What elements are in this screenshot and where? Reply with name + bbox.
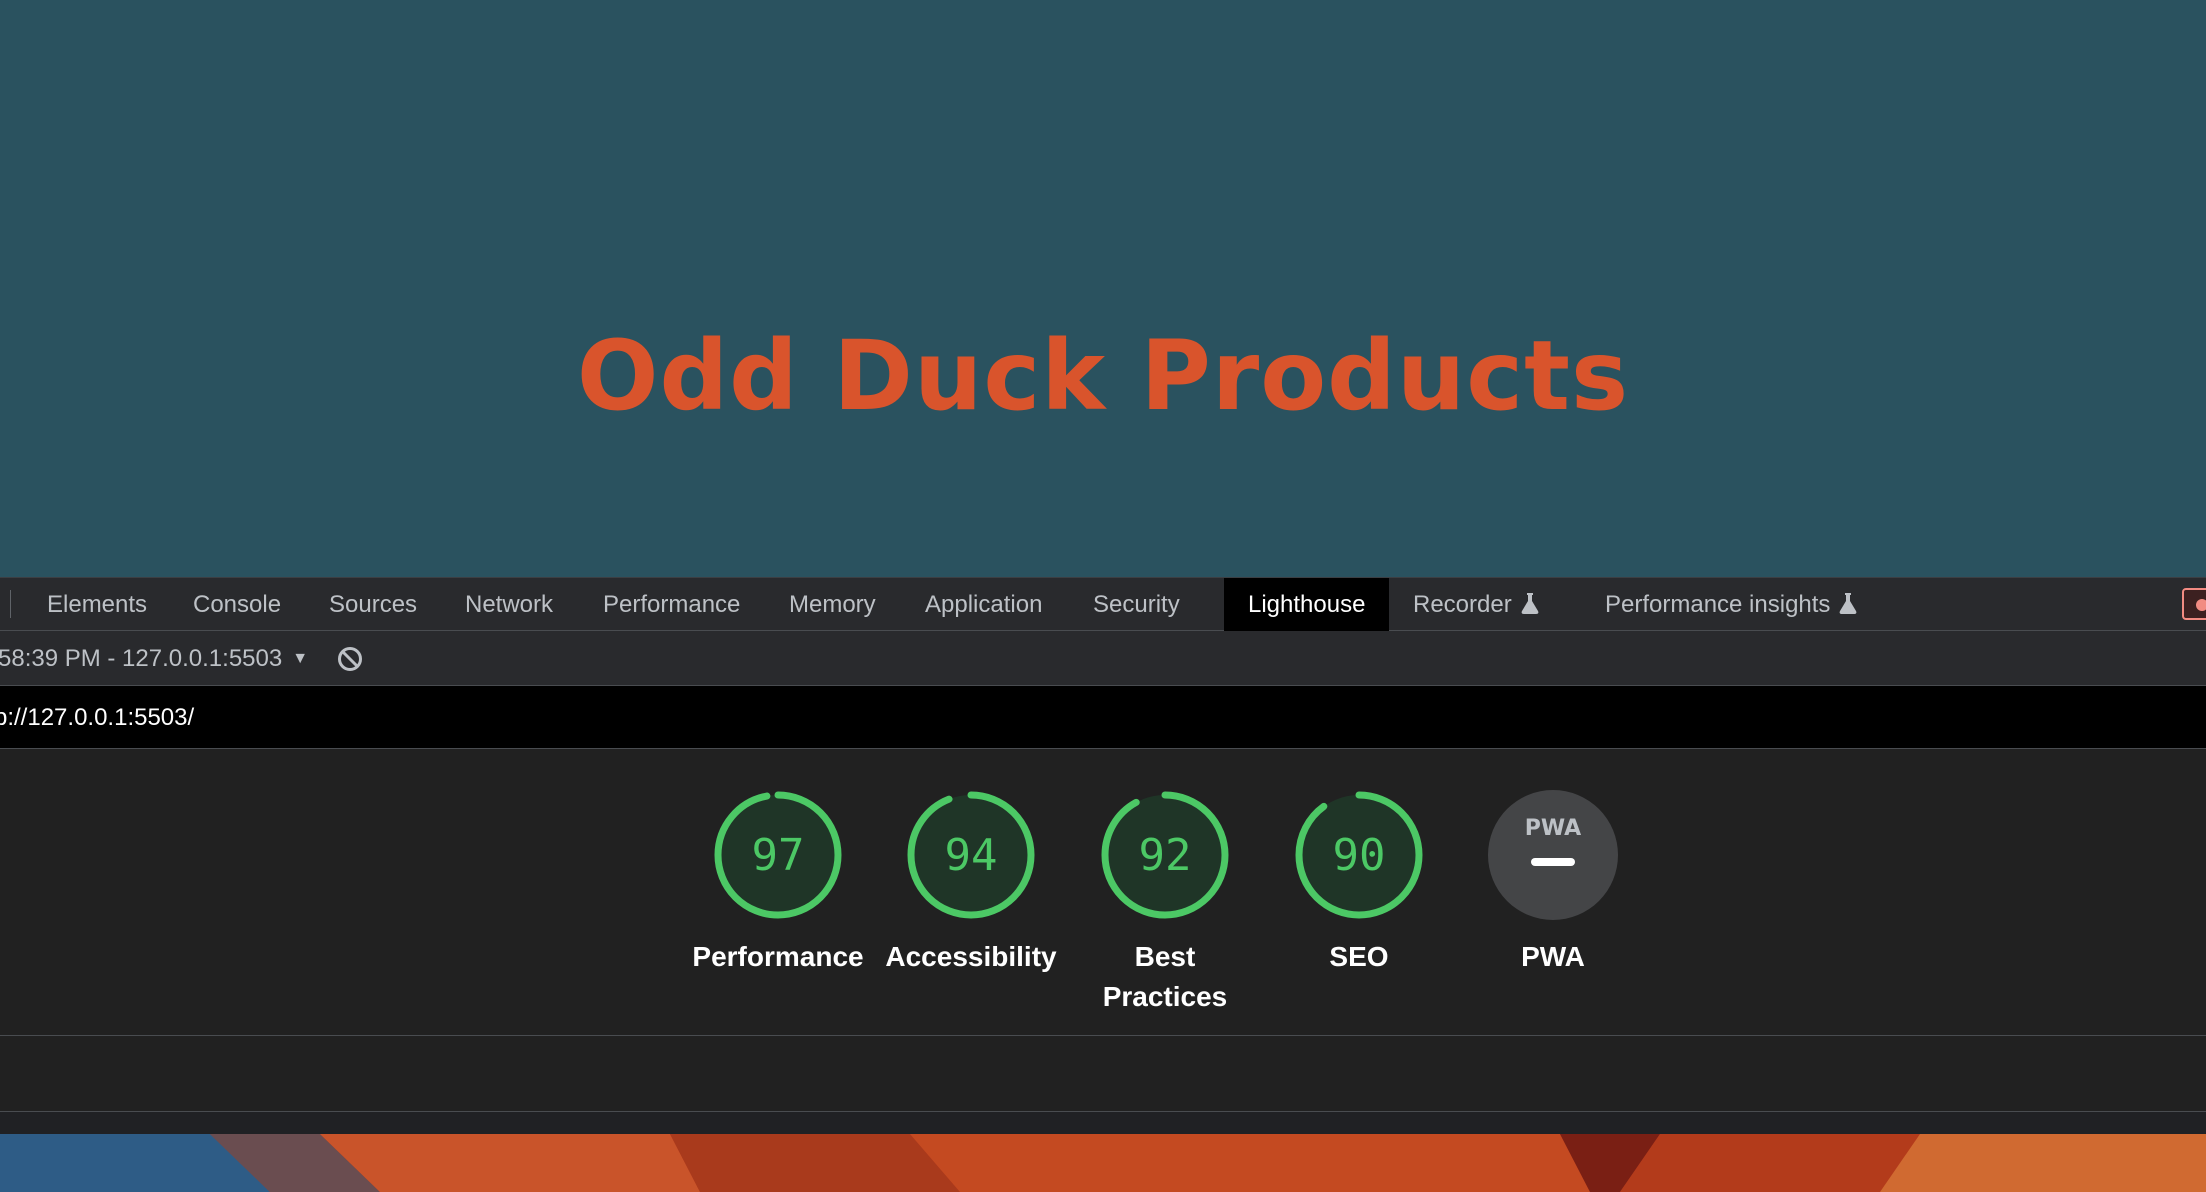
tab-recorder-label: Recorder bbox=[1413, 591, 1512, 618]
tab-divider bbox=[10, 590, 11, 618]
score-ring: 92 bbox=[1101, 791, 1229, 919]
devtools-panel: Elements Console Sources Network Perform… bbox=[0, 577, 2206, 1134]
score-value: 90 bbox=[1333, 830, 1386, 881]
caret-down-icon: ▼ bbox=[292, 650, 309, 667]
lighthouse-toolbar: 58:39 PM - 127.0.0.1:5503 ▼ bbox=[0, 631, 2206, 686]
score-ring: 94 bbox=[907, 791, 1035, 919]
score-value: 92 bbox=[1139, 830, 1192, 881]
tab-performance-insights[interactable]: Performance insights bbox=[1605, 578, 1858, 631]
devtools-tabbar: Elements Console Sources Network Perform… bbox=[0, 577, 2206, 631]
gauge-label: PWA bbox=[1521, 941, 1585, 972]
report-url[interactable]: p://127.0.0.1:5503/ bbox=[0, 686, 194, 749]
report-selector[interactable]: 58:39 PM - 127.0.0.1:5503 ▼ bbox=[0, 631, 308, 686]
tab-network[interactable]: Network bbox=[465, 578, 553, 631]
error-dot-icon bbox=[2196, 599, 2206, 611]
report-url-bar: p://127.0.0.1:5503/ bbox=[0, 686, 2206, 749]
error-count-badge[interactable] bbox=[2182, 588, 2206, 620]
pwa-logo-text: PWA bbox=[1525, 816, 1581, 841]
gauge-label: Best Practices bbox=[1102, 941, 1228, 1012]
tab-elements[interactable]: Elements bbox=[47, 578, 147, 631]
score-gauges: 97 Performance 94 Accessibility 92 Best … bbox=[0, 749, 2206, 1036]
flask-icon bbox=[1521, 593, 1539, 614]
report-footer bbox=[0, 1036, 2206, 1112]
pwa-badge-icon: PWA bbox=[1488, 790, 1618, 920]
tab-memory[interactable]: Memory bbox=[789, 578, 876, 631]
score-ring: 90 bbox=[1295, 791, 1423, 919]
tab-recorder[interactable]: Recorder bbox=[1413, 578, 1540, 631]
tab-console[interactable]: Console bbox=[193, 578, 281, 631]
gauge-label: Accessibility bbox=[885, 941, 1057, 972]
gauge-label: Performance bbox=[692, 941, 864, 972]
web-page-viewport: Odd Duck Products bbox=[0, 0, 2206, 577]
desktop-wallpaper bbox=[0, 1134, 2206, 1192]
tab-performance[interactable]: Performance bbox=[603, 578, 740, 631]
tab-security[interactable]: Security bbox=[1093, 578, 1180, 631]
score-value: 97 bbox=[752, 830, 805, 881]
tab-lighthouse[interactable]: Lighthouse bbox=[1224, 578, 1390, 631]
score-ring: 97 bbox=[714, 791, 842, 919]
page-title: Odd Duck Products bbox=[576, 320, 1630, 432]
gauge-label: SEO bbox=[1329, 941, 1389, 972]
flask-icon bbox=[1840, 593, 1857, 614]
block-icon[interactable] bbox=[336, 645, 364, 673]
report-selector-label: 58:39 PM - 127.0.0.1:5503 bbox=[0, 645, 283, 672]
tab-sources[interactable]: Sources bbox=[329, 578, 417, 631]
tab-performance-insights-label: Performance insights bbox=[1605, 591, 1831, 618]
tab-application[interactable]: Application bbox=[925, 578, 1042, 631]
score-value: 94 bbox=[945, 830, 998, 881]
